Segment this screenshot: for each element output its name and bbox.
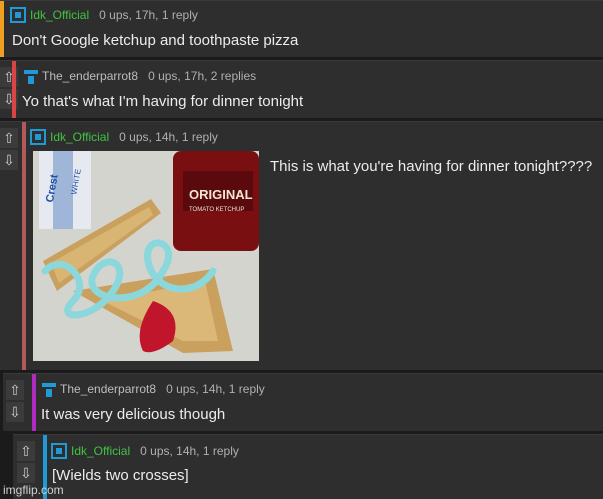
comment-meta: 0 ups, 14h, 1 reply (166, 382, 265, 396)
avatar-icon[interactable] (30, 129, 46, 145)
avatar-icon[interactable] (10, 7, 26, 23)
comment-header: The_enderparrot8 0 ups, 14h, 1 reply (40, 381, 265, 397)
comment-header: Idk_Official 0 ups, 17h, 1 reply (10, 7, 198, 23)
upvote-button[interactable]: ⇧ (17, 441, 35, 461)
bottle-label-ketchup: TOMATO KETCHUP (189, 207, 244, 213)
comment-5: ⇧ ⇩ Idk_Official 0 ups, 14h, 1 reply [Wi… (13, 434, 603, 499)
bottle-label-original: ORIGINAL (189, 187, 253, 202)
comment-header: Idk_Official 0 ups, 14h, 1 reply (51, 443, 239, 459)
imgflip-watermark: imgflip.com (3, 483, 64, 497)
comment-header: The_enderparrot8 0 ups, 17h, 2 replies (22, 68, 256, 84)
thread-bar (0, 1, 4, 57)
username-link[interactable]: Idk_Official (50, 130, 109, 144)
comment-header: Idk_Official 0 ups, 14h, 1 reply (30, 129, 218, 145)
downvote-button[interactable]: ⇩ (17, 463, 35, 483)
upvote-button[interactable]: ⇧ (6, 380, 24, 400)
vote-controls: ⇧ ⇩ (6, 380, 24, 424)
vote-controls: ⇧ ⇩ (17, 441, 35, 485)
avatar-icon[interactable] (40, 381, 56, 397)
comment-text: [Wields two crosses] (52, 467, 189, 484)
username-link[interactable]: Idk_Official (71, 444, 130, 458)
comment-1: Idk_Official 0 ups, 17h, 1 reply Don't G… (0, 0, 603, 57)
thread-bar (32, 374, 36, 431)
comment-text: This is what you're having for dinner to… (270, 158, 593, 175)
pizza-photo: Crest WHITE ORIGINAL TOMATO KETCHUP (33, 151, 259, 361)
comment-3: ⇧ ⇩ Idk_Official 0 ups, 14h, 1 reply Cre… (0, 121, 603, 370)
thread-bar (22, 122, 26, 370)
comment-image[interactable]: Crest WHITE ORIGINAL TOMATO KETCHUP (33, 151, 259, 361)
upvote-button[interactable]: ⇧ (0, 128, 18, 148)
comment-text: Yo that's what I'm having for dinner ton… (22, 93, 304, 110)
thread-bar (12, 61, 16, 118)
username-link[interactable]: The_enderparrot8 (60, 382, 156, 396)
comment-meta: 0 ups, 17h, 2 replies (148, 69, 257, 83)
username-link[interactable]: The_enderparrot8 (42, 69, 138, 83)
comment-meta: 0 ups, 14h, 1 reply (119, 130, 218, 144)
vote-controls: ⇧ ⇩ (0, 128, 18, 172)
comment-text: Don't Google ketchup and toothpaste pizz… (12, 32, 299, 49)
comment-4: ⇧ ⇩ The_enderparrot8 0 ups, 14h, 1 reply… (3, 373, 603, 431)
comment-text: It was very delicious though (41, 406, 226, 423)
downvote-button[interactable]: ⇩ (6, 402, 24, 422)
username-link[interactable]: Idk_Official (30, 8, 89, 22)
comment-meta: 0 ups, 14h, 1 reply (140, 444, 239, 458)
comment-meta: 0 ups, 17h, 1 reply (99, 8, 198, 22)
avatar-icon[interactable] (51, 443, 67, 459)
comment-2: ⇧ ⇩ The_enderparrot8 0 ups, 17h, 2 repli… (0, 60, 603, 118)
downvote-button[interactable]: ⇩ (0, 150, 18, 170)
avatar-icon[interactable] (22, 68, 38, 84)
